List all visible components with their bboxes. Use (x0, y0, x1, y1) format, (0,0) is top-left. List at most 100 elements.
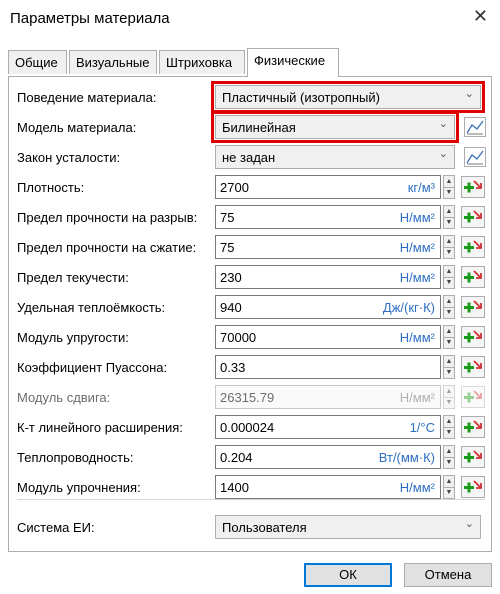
property-value: 70000 (220, 330, 257, 345)
row-density: Плотность: 2700 кг/м³ ▲ ▼ (9, 175, 493, 201)
row-thermal-conductivity: Теплопроводность: 0.204 Вт/(мм·К) ▲ ▼ (9, 445, 493, 471)
spin-down-icon[interactable]: ▼ (444, 247, 454, 258)
hardening-modulus-input[interactable]: 1400 Н/мм² (215, 475, 441, 499)
spin-down-icon[interactable]: ▼ (444, 337, 454, 348)
property-label: Предел текучести: (17, 270, 129, 285)
property-label: Модуль упругости: (17, 330, 129, 345)
value-spinner[interactable]: ▲ ▼ (443, 355, 455, 379)
property-label: Теплопроводность: (17, 450, 134, 465)
units-system-select[interactable]: Пользователя ⌄ (215, 515, 481, 539)
property-value: 75 (220, 240, 235, 255)
property-label: Предел прочности на сжатие: (17, 240, 197, 255)
dialog-title: Параметры материала (10, 10, 170, 27)
add-variable-icon[interactable] (461, 206, 485, 228)
compressive-strength-input[interactable]: 75 Н/мм² (215, 235, 441, 259)
value-spinner[interactable]: ▲ ▼ (443, 175, 455, 199)
property-label: Предел прочности на разрыв: (17, 210, 198, 225)
property-unit: Н/мм² (399, 390, 435, 405)
chevron-down-icon: ⌄ (464, 88, 474, 100)
row-material-behavior: Поведение материала: Пластичный (изотроп… (9, 81, 493, 113)
tab-physical[interactable]: Физические (247, 48, 339, 77)
material-behavior-select[interactable]: Пластичный (изотропный) ⌄ (215, 85, 481, 109)
add-variable-icon[interactable] (461, 446, 485, 468)
spin-down-icon[interactable]: ▼ (444, 277, 454, 288)
spin-down-icon[interactable]: ▼ (444, 367, 454, 378)
property-unit: Н/мм² (399, 270, 435, 285)
property-unit: Н/мм² (399, 480, 435, 495)
add-variable-icon[interactable] (461, 296, 485, 318)
ok-button[interactable]: ОК (304, 563, 392, 587)
chevron-down-icon: ⌄ (438, 148, 448, 160)
tab-general[interactable]: Общие (8, 50, 67, 74)
spin-down-icon[interactable]: ▼ (444, 217, 454, 228)
row-units-system: Система ЕИ: Пользователя ⌄ (9, 515, 493, 541)
row-hardening-modulus: Модуль упрочнения: 1400 Н/мм² ▲ ▼ (9, 475, 493, 501)
value-spinner[interactable]: ▲ ▼ (443, 265, 455, 289)
yield-strength-input[interactable]: 230 Н/мм² (215, 265, 441, 289)
graph-icon[interactable] (464, 147, 486, 167)
density-input[interactable]: 2700 кг/м³ (215, 175, 441, 199)
add-variable-icon[interactable] (461, 476, 485, 498)
value-spinner[interactable]: ▲ ▼ (443, 205, 455, 229)
property-unit: Н/мм² (399, 240, 435, 255)
graph-icon[interactable] (464, 117, 486, 137)
value-spinner[interactable]: ▲ ▼ (443, 475, 455, 499)
property-value: 0.000024 (220, 420, 275, 435)
spin-down-icon[interactable]: ▼ (444, 487, 454, 498)
add-variable-icon[interactable] (461, 326, 485, 348)
fatigue-law-label: Закон усталости: (17, 150, 121, 165)
spin-down-icon[interactable]: ▼ (444, 187, 454, 198)
close-icon[interactable]: ✕ (473, 6, 488, 27)
add-variable-icon[interactable] (461, 236, 485, 258)
units-system-label: Система ЕИ: (17, 520, 95, 535)
spin-down-icon[interactable]: ▼ (444, 457, 454, 468)
value-spinner[interactable]: ▲ ▼ (443, 295, 455, 319)
fatigue-law-select[interactable]: не задан ⌄ (215, 145, 455, 169)
material-model-value: Билинейная (222, 120, 296, 135)
poisson-ratio-input[interactable]: 0.33 (215, 355, 441, 379)
elastic-modulus-input[interactable]: 70000 Н/мм² (215, 325, 441, 349)
property-label: Коэффициент Пуассона: (17, 360, 168, 375)
cancel-button[interactable]: Отмена (404, 563, 492, 587)
property-unit: Н/мм² (399, 330, 435, 345)
property-label: Удельная теплоёмкость: (17, 300, 166, 315)
row-poisson-ratio: Коэффициент Пуассона: 0.33 ▲ ▼ (9, 355, 493, 381)
property-unit: Вт/(мм·К) (378, 450, 435, 465)
tab-hatching[interactable]: Штриховка (159, 50, 245, 74)
value-spinner[interactable]: ▲ ▼ (443, 415, 455, 439)
property-label: Модуль сдвига: (17, 390, 111, 405)
value-spinner[interactable]: ▲ ▼ (443, 445, 455, 469)
shear-modulus-input: 26315.79 Н/мм² (215, 385, 441, 409)
property-value: 0.204 (220, 450, 253, 465)
spin-down-icon: ▼ (445, 399, 453, 406)
property-value: 0.33 (220, 360, 246, 375)
row-elastic-modulus: Модуль упругости: 70000 Н/мм² ▲ ▼ (9, 325, 493, 351)
tab-visual[interactable]: Визуальные (69, 50, 157, 74)
tensile-strength-input[interactable]: 75 Н/мм² (215, 205, 441, 229)
value-spinner[interactable]: ▲ ▼ (443, 235, 455, 259)
add-variable-icon (461, 386, 485, 408)
thermal-expansion-input[interactable]: 0.000024 1/°С (215, 415, 441, 439)
spin-down-icon[interactable]: ▼ (444, 307, 454, 318)
fatigue-law-value: не задан (222, 150, 276, 165)
chevron-down-icon: ⌄ (464, 518, 474, 530)
property-value: 1400 (220, 480, 249, 495)
material-model-label: Модель материала: (17, 120, 137, 135)
chevron-down-icon: ⌄ (438, 118, 448, 130)
property-value: 230 (220, 270, 242, 285)
row-thermal-expansion: К-т линейного расширения: 0.000024 1/°С … (9, 415, 493, 441)
row-material-model: Модель материала: Билинейная ⌄ (9, 111, 493, 143)
material-model-select[interactable]: Билинейная ⌄ (215, 115, 455, 139)
add-variable-icon[interactable] (461, 356, 485, 378)
property-unit: кг/м³ (407, 180, 435, 195)
value-spinner[interactable]: ▲ ▼ (443, 325, 455, 349)
property-value: 75 (220, 210, 235, 225)
property-label: Плотность: (17, 180, 85, 195)
spin-down-icon[interactable]: ▼ (444, 427, 454, 438)
specific-heat-input[interactable]: 940 Дж/(кг·К) (215, 295, 441, 319)
add-variable-icon[interactable] (461, 176, 485, 198)
property-label: К-т линейного расширения: (17, 420, 183, 435)
add-variable-icon[interactable] (461, 416, 485, 438)
thermal-conductivity-input[interactable]: 0.204 Вт/(мм·К) (215, 445, 441, 469)
add-variable-icon[interactable] (461, 266, 485, 288)
